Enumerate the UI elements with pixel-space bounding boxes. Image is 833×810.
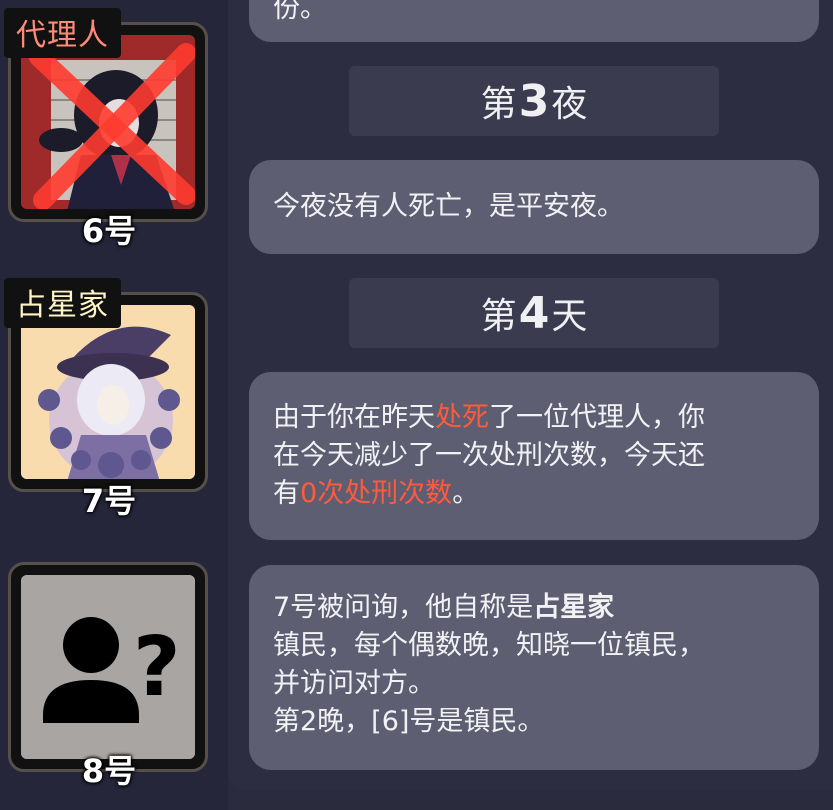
message-text: 有0次处刑次数。 — [273, 475, 795, 513]
text-span: 有 — [273, 478, 300, 509]
message-bubble: 由于你在昨天处死了一位代理人，你 在今天减少了一次处刑次数，今天还 有0次处刑次… — [249, 372, 819, 540]
day-header: 第 4 天 — [349, 278, 719, 348]
player-number: 6号 — [81, 212, 137, 250]
header-number: 4 — [518, 287, 550, 339]
svg-text:?: ? — [133, 620, 181, 715]
unknown-player-icon: ? — [21, 575, 195, 759]
text-span: 了一位代理人，你 — [489, 402, 705, 433]
header-number: 3 — [518, 75, 550, 127]
night-header: 第 3 夜 — [349, 66, 719, 136]
message-text: 镇民，每个偶数晚，知晓一位镇民， — [273, 630, 705, 661]
message-text: 份。 — [273, 0, 327, 24]
header-suffix: 夜 — [551, 84, 588, 125]
player-number: 7号 — [81, 482, 137, 520]
header-suffix: 天 — [551, 296, 588, 337]
text-span: 7号被问询，他自称是 — [273, 592, 534, 623]
message-text: 并访问对方。 — [273, 668, 435, 699]
avatar — [21, 305, 195, 479]
message-text: 第2晚，[6]号是镇民。 — [273, 706, 545, 737]
message-bubble: 份。 — [249, 0, 819, 42]
avatar-frame: ? — [8, 562, 208, 772]
text-span: 由于你在昨天 — [273, 402, 435, 433]
message-bubble: 今夜没有人死亡，是平安夜。 — [249, 160, 819, 254]
header-prefix: 第 — [480, 84, 517, 125]
role-tag: 占星家 — [4, 278, 121, 328]
player-card-8[interactable]: ? 8号 — [4, 548, 214, 790]
avatar — [21, 35, 195, 209]
astrologer-portrait-icon — [21, 305, 195, 479]
dead-cross-icon — [29, 43, 195, 209]
message-bubble: 7号被问询，他自称是占星家 镇民，每个偶数晚，知晓一位镇民， 并访问对方。 第2… — [249, 565, 819, 770]
message-text: 今夜没有人死亡，是平安夜。 — [273, 191, 624, 222]
player-card-6[interactable]: 代理人 6号 — [4, 8, 214, 250]
role-tag: 代理人 — [4, 8, 121, 58]
highlight-text: 处死 — [435, 402, 489, 433]
highlight-text: 0次处刑次数 — [300, 478, 453, 509]
message-text: 7号被问询，他自称是占星家 — [273, 589, 795, 627]
player-number: 8号 — [81, 752, 137, 790]
player-card-7[interactable]: 占星家 7号 — [4, 278, 214, 520]
header-prefix: 第 — [480, 296, 517, 337]
claimed-role: 占星家 — [533, 592, 615, 623]
text-span: 。 — [452, 478, 480, 509]
avatar: ? — [21, 575, 195, 759]
message-text: 由于你在昨天处死了一位代理人，你 — [273, 399, 795, 437]
message-text: 在今天减少了一次处刑次数，今天还 — [273, 440, 705, 471]
